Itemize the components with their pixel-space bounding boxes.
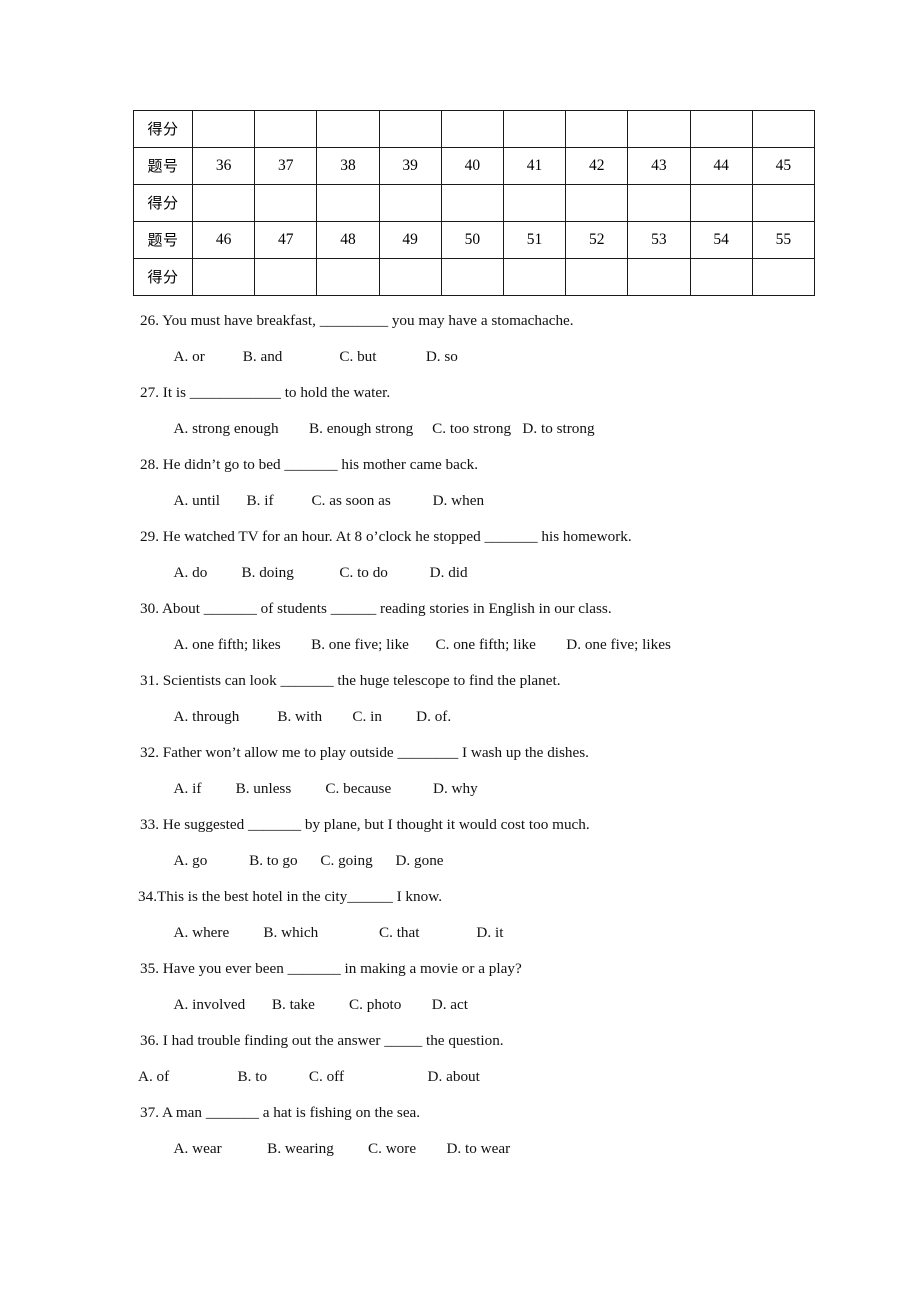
question-number-cell: 46	[191, 221, 256, 259]
row-label-score: 得分	[133, 110, 193, 148]
question-list: 26. You must have breakfast, _________ y…	[0, 303, 920, 1167]
question-options-34[interactable]: A. where B. which C. that D. it	[0, 915, 920, 951]
question-number-cell: 49	[378, 221, 442, 259]
score-cell[interactable]	[627, 110, 691, 148]
table-row: 得分	[133, 258, 816, 296]
score-cell[interactable]	[689, 184, 753, 222]
question-stem-27: 27. It is ____________ to hold the water…	[140, 384, 391, 401]
table-row: 题号 46 47 48 49 50 51 52 53 54 55	[133, 221, 816, 259]
question-number-cell: 38	[316, 147, 380, 185]
question-options-35[interactable]: A. involved B. take C. photo D. act	[0, 987, 920, 1023]
question-stem-26: 26. You must have breakfast, _________ y…	[140, 312, 574, 329]
question-number-cell: 43	[627, 147, 691, 185]
score-cell[interactable]	[751, 258, 816, 296]
score-cell[interactable]	[565, 184, 629, 222]
score-cell[interactable]	[627, 184, 691, 222]
document-page: 得分 题号 36 37 38 39 40 41 42 43 44 45 得分 题…	[0, 0, 920, 1302]
question-options-27[interactable]: A. strong enough B. enough strong C. too…	[0, 411, 920, 447]
score-cell[interactable]	[689, 110, 753, 148]
question-options-36[interactable]: A. of B. to C. off D. about	[0, 1059, 920, 1095]
score-cell[interactable]	[191, 258, 256, 296]
score-cell[interactable]	[751, 184, 816, 222]
score-cell[interactable]	[191, 184, 256, 222]
score-cell[interactable]	[316, 110, 380, 148]
score-cell[interactable]	[502, 110, 567, 148]
score-cell[interactable]	[440, 184, 504, 222]
score-cell[interactable]	[751, 110, 816, 148]
score-cell[interactable]	[565, 258, 629, 296]
row-label-score: 得分	[133, 258, 193, 296]
score-cell[interactable]	[565, 110, 629, 148]
question-number-cell: 45	[751, 147, 816, 185]
question-number-cell: 50	[440, 221, 504, 259]
question-number-cell: 54	[689, 221, 753, 259]
question-options-28[interactable]: A. until B. if C. as soon as D. when	[0, 483, 920, 519]
question-options-30[interactable]: A. one fifth; likes B. one five; like C.…	[0, 627, 920, 663]
score-cell[interactable]	[440, 258, 504, 296]
question-options-32[interactable]: A. if B. unless C. because D. why	[0, 771, 920, 807]
question-stem-33: 33. He suggested _______ by plane, but I…	[140, 816, 590, 833]
score-cell[interactable]	[627, 258, 691, 296]
score-cell[interactable]	[254, 110, 318, 148]
score-cell[interactable]	[440, 110, 504, 148]
question-options-33[interactable]: A. go B. to go C. going D. gone	[0, 843, 920, 879]
question-stem-31: 31. Scientists can look _______ the huge…	[140, 672, 561, 689]
question-number-cell: 44	[689, 147, 753, 185]
score-table-container: 得分 题号 36 37 38 39 40 41 42 43 44 45 得分 题…	[133, 110, 816, 296]
score-cell[interactable]	[378, 110, 442, 148]
score-cell[interactable]	[191, 110, 256, 148]
question-stem-35: 35. Have you ever been _______ in making…	[140, 960, 522, 977]
question-stem-30: 30. About _______ of students ______ rea…	[140, 600, 612, 617]
question-stem-32: 32. Father won’t allow me to play outsid…	[140, 744, 589, 761]
question-number-cell: 39	[378, 147, 442, 185]
score-cell[interactable]	[254, 258, 318, 296]
question-number-cell: 36	[191, 147, 256, 185]
question-number-cell: 52	[565, 221, 629, 259]
score-cell[interactable]	[378, 184, 442, 222]
row-label-score: 得分	[133, 184, 193, 222]
question-number-cell: 55	[751, 221, 816, 259]
score-cell[interactable]	[502, 184, 567, 222]
question-options-31[interactable]: A. through B. with C. in D. of.	[0, 699, 920, 735]
score-cell[interactable]	[254, 184, 318, 222]
question-stem-36: 36. I had trouble finding out the answer…	[140, 1032, 504, 1049]
question-number-cell: 51	[502, 221, 567, 259]
question-options-29[interactable]: A. do B. doing C. to do D. did	[0, 555, 920, 591]
row-label-number: 题号	[133, 221, 193, 259]
question-number-cell: 48	[316, 221, 380, 259]
score-cell[interactable]	[689, 258, 753, 296]
question-options-26[interactable]: A. or B. and C. but D. so	[0, 339, 920, 375]
question-options-37[interactable]: A. wear B. wearing C. wore D. to wear	[0, 1131, 920, 1167]
score-table: 得分 题号 36 37 38 39 40 41 42 43 44 45 得分 题…	[133, 110, 816, 296]
question-stem-34: 34.This is the best hotel in the city___…	[138, 888, 442, 905]
score-cell[interactable]	[316, 258, 380, 296]
table-row: 得分	[133, 110, 816, 148]
question-stem-37: 37. A man _______ a hat is fishing on th…	[140, 1104, 421, 1121]
question-stem-29: 29. He watched TV for an hour. At 8 o’cl…	[140, 528, 632, 545]
question-number-cell: 37	[254, 147, 318, 185]
table-row: 题号 36 37 38 39 40 41 42 43 44 45	[133, 147, 816, 185]
score-cell[interactable]	[502, 258, 567, 296]
score-cell[interactable]	[378, 258, 442, 296]
question-number-cell: 42	[565, 147, 629, 185]
question-number-cell: 41	[502, 147, 567, 185]
score-table-body: 得分 题号 36 37 38 39 40 41 42 43 44 45 得分 题…	[133, 110, 816, 296]
question-number-cell: 53	[627, 221, 691, 259]
table-row: 得分	[133, 184, 816, 222]
question-number-cell: 47	[254, 221, 318, 259]
row-label-number: 题号	[133, 147, 193, 185]
question-stem-28: 28. He didn’t go to bed _______ his moth…	[140, 456, 478, 473]
score-cell[interactable]	[316, 184, 380, 222]
question-number-cell: 40	[440, 147, 504, 185]
